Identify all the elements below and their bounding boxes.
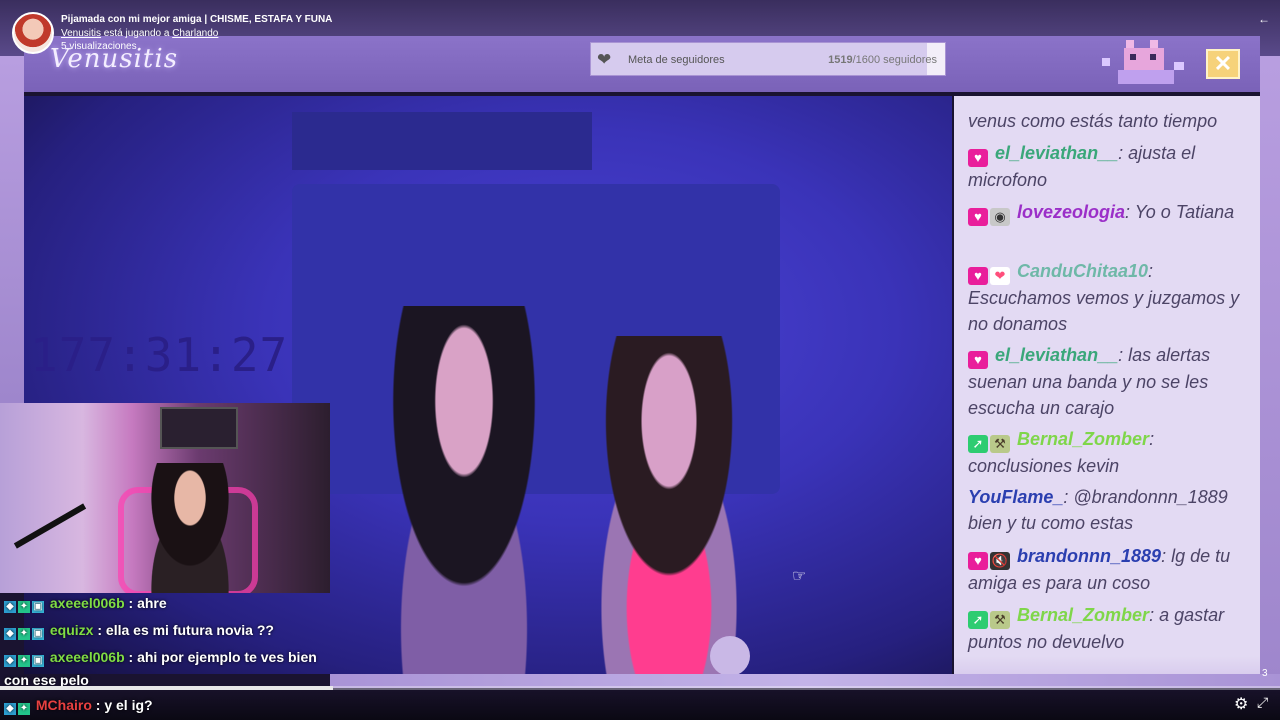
chat-username[interactable]: lovezeologia [1017,202,1125,222]
overlay-chat-user: equizx [49,622,94,638]
heart-badge-icon: ♥ [968,149,988,167]
person-right [564,336,774,674]
microphone [710,636,750,674]
heart-badge-icon: ♥ [968,351,988,369]
gear-icon[interactable]: ⚙ [1234,694,1248,714]
goal-count: 1519/1600 seguidores [828,54,937,66]
streamer [130,463,250,593]
chat-fade [954,656,1260,674]
overlay-brand: Venusitis [50,44,179,74]
channel-avatar[interactable] [12,12,54,54]
chat-username[interactable]: el_leviathan__ [995,345,1118,365]
chat-username[interactable]: CanduChitaa10 [1017,261,1148,281]
badge-icon: ✦ [18,628,30,640]
hearts-icon: ❤ [597,50,612,69]
chat-message: ➚ ⚒ Bernal_Zomber: conclusiones kevin [968,429,1155,476]
overlay-side-left [0,56,24,403]
game-link[interactable]: Charlando [172,28,218,39]
heart-badge-icon: ♥ [968,552,988,570]
chat-message: ➚ ⚒ Bernal_Zomber: a gastar puntos no dev… [968,605,1225,652]
badge-icon: ▣ [32,655,44,667]
badge-icon: ▣ [32,628,44,640]
sword-badge-icon: ➚ [968,611,988,629]
chat-username[interactable]: Bernal_Zomber [1017,429,1149,449]
goal-label: Meta de seguidores [628,54,725,66]
chat-message: ♥ el_leviathan__: ajusta el microfono [968,143,1196,190]
video-subtitle: Venusitis está jugando a Charlando [61,28,218,39]
goal-total: /1600 seguidores [852,54,937,66]
mouse-cursor-icon: ☞ [792,568,807,585]
overlay-chat-user: MChairo [35,697,92,713]
badge-icon: ◆ [4,655,16,667]
pickaxe-badge-icon: ⚒ [990,611,1010,629]
exit-arrow-icon[interactable]: ← [1258,12,1270,26]
badge-icon: ◆ [4,703,16,715]
badge-icon: ◆ [4,601,16,613]
wall-picture [292,112,592,170]
mute-badge-icon: 🔇 [990,552,1010,570]
page-number: 3 [1262,668,1268,679]
fullscreen-icon[interactable]: ⤢ [1257,694,1268,711]
streamer-webcam [0,403,330,593]
badge-icon: ✦ [18,601,30,613]
overlay-chat-line: ◆ ✦ ▣ axeeel006b : ahre [4,595,167,613]
heart-badge-icon: ♥ [968,208,988,226]
chat-message: ♥ ◉ lovezeologia: Yo o Tatiana [968,199,1250,226]
chat-username[interactable]: YouFlame_ [968,487,1063,507]
chat-message: YouFlame_: @brandonnn_1889 bien y tu com… [968,487,1228,533]
overlay-chat-line: ◆ ✦ ▣ equizx : ella es mi futura novia ?? [4,622,274,640]
cam-wall-frame [160,407,238,449]
sword-badge-icon: ➚ [968,435,988,453]
chat-username[interactable]: el_leviathan__ [995,143,1118,163]
heart-badge-icon: ♥ [968,267,988,285]
channel-link[interactable]: Venusitis [61,28,101,39]
stream-timer: 177:31:27 [30,328,289,382]
player-controls [0,690,1280,720]
pixel-cat-icon [1102,40,1184,84]
chat-message: ♥ el_leviathan__: las alertas suenan una… [968,345,1211,418]
chat-message: ♥ ❤ CanduChitaa10: Escuchamos vemos y juz… [968,261,1240,334]
badge-icon: ▣ [32,601,44,613]
chat-message: venus como estás tanto tiempo [968,111,1218,131]
chat-panel: venus como estás tanto tiempo ♥ el_levia… [954,96,1260,674]
mic-arm [13,503,87,549]
overlay-side-right [1260,56,1280,686]
chat-username[interactable]: Bernal_Zomber [1017,605,1149,625]
goal-current: 1519 [828,54,853,66]
chat-username[interactable]: brandonnn_1889 [1017,546,1161,566]
follower-goal: ❤ Meta de seguidores 1519/1600 seguidore… [590,42,946,76]
overlay-chat-user: axeeel006b [49,595,125,611]
badge-icon: ✦ [18,655,30,667]
overlay-chat-line: ◆ ✦ ▣ axeeel006b : ahi por ejemplo te ves … [4,649,317,667]
badge-icon: ✦ [18,703,30,715]
pink-heart-badge-icon: ❤ [990,267,1010,285]
badge-icon: ◆ [4,628,16,640]
close-x-icon[interactable]: ✕ [1206,49,1240,79]
raccoon-badge-icon: ◉ [990,208,1010,226]
video-title[interactable]: Pijamada con mi mejor amiga | CHISME, ES… [61,14,332,25]
person-left [354,306,574,674]
overlay-chat-user: axeeel006b [49,649,125,665]
overlay-chat-line: ◆ ✦ MChairo : y el ig? [4,697,153,715]
chat-message: ♥ 🔇 brandonnn_1889: lg de tu amiga es par… [968,546,1231,593]
playing-text: está jugando a [101,28,173,39]
pickaxe-badge-icon: ⚒ [990,435,1010,453]
